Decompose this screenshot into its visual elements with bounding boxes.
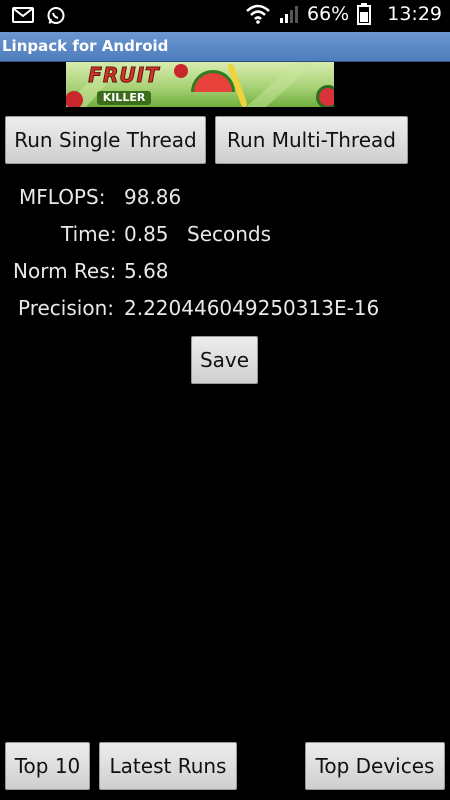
run-single-thread-button[interactable]: Run Single Thread <box>5 116 206 164</box>
whatsapp-icon <box>47 7 65 24</box>
mflops-value: 98.86 <box>124 185 182 209</box>
ad-banner[interactable]: FRUIT KILLER <box>66 62 334 107</box>
strawberry-icon <box>174 64 188 78</box>
norm-res-value: 5.68 <box>124 259 169 283</box>
latest-runs-button[interactable]: Latest Runs <box>99 742 237 790</box>
status-bar: 66% 13:29 <box>0 0 450 32</box>
time-unit: Seconds <box>187 222 272 246</box>
save-button[interactable]: Save <box>191 336 258 384</box>
mflops-label: MFLOPS: <box>19 185 106 209</box>
app-title-bar: Linpack for Android <box>0 32 450 62</box>
top-devices-button[interactable]: Top Devices <box>305 742 445 790</box>
time-value: 0.85 <box>124 222 169 246</box>
signal-icon <box>280 6 298 23</box>
clock: 13:29 <box>387 3 442 25</box>
time-label: Time: <box>61 222 117 246</box>
battery-icon <box>357 3 372 25</box>
app-title: Linpack for Android <box>2 37 169 55</box>
precision-label: Precision: <box>18 296 114 320</box>
gmail-icon <box>12 7 34 23</box>
top10-button[interactable]: Top 10 <box>5 742 90 790</box>
precision-value: 2.220446049250313E-16 <box>124 296 380 320</box>
battery-percent: 66% <box>307 3 350 25</box>
wifi-icon <box>246 4 270 24</box>
ad-logo: FRUIT KILLER <box>88 63 160 105</box>
norm-res-label: Norm Res: <box>13 259 117 283</box>
run-multi-thread-button[interactable]: Run Multi-Thread <box>215 116 408 164</box>
